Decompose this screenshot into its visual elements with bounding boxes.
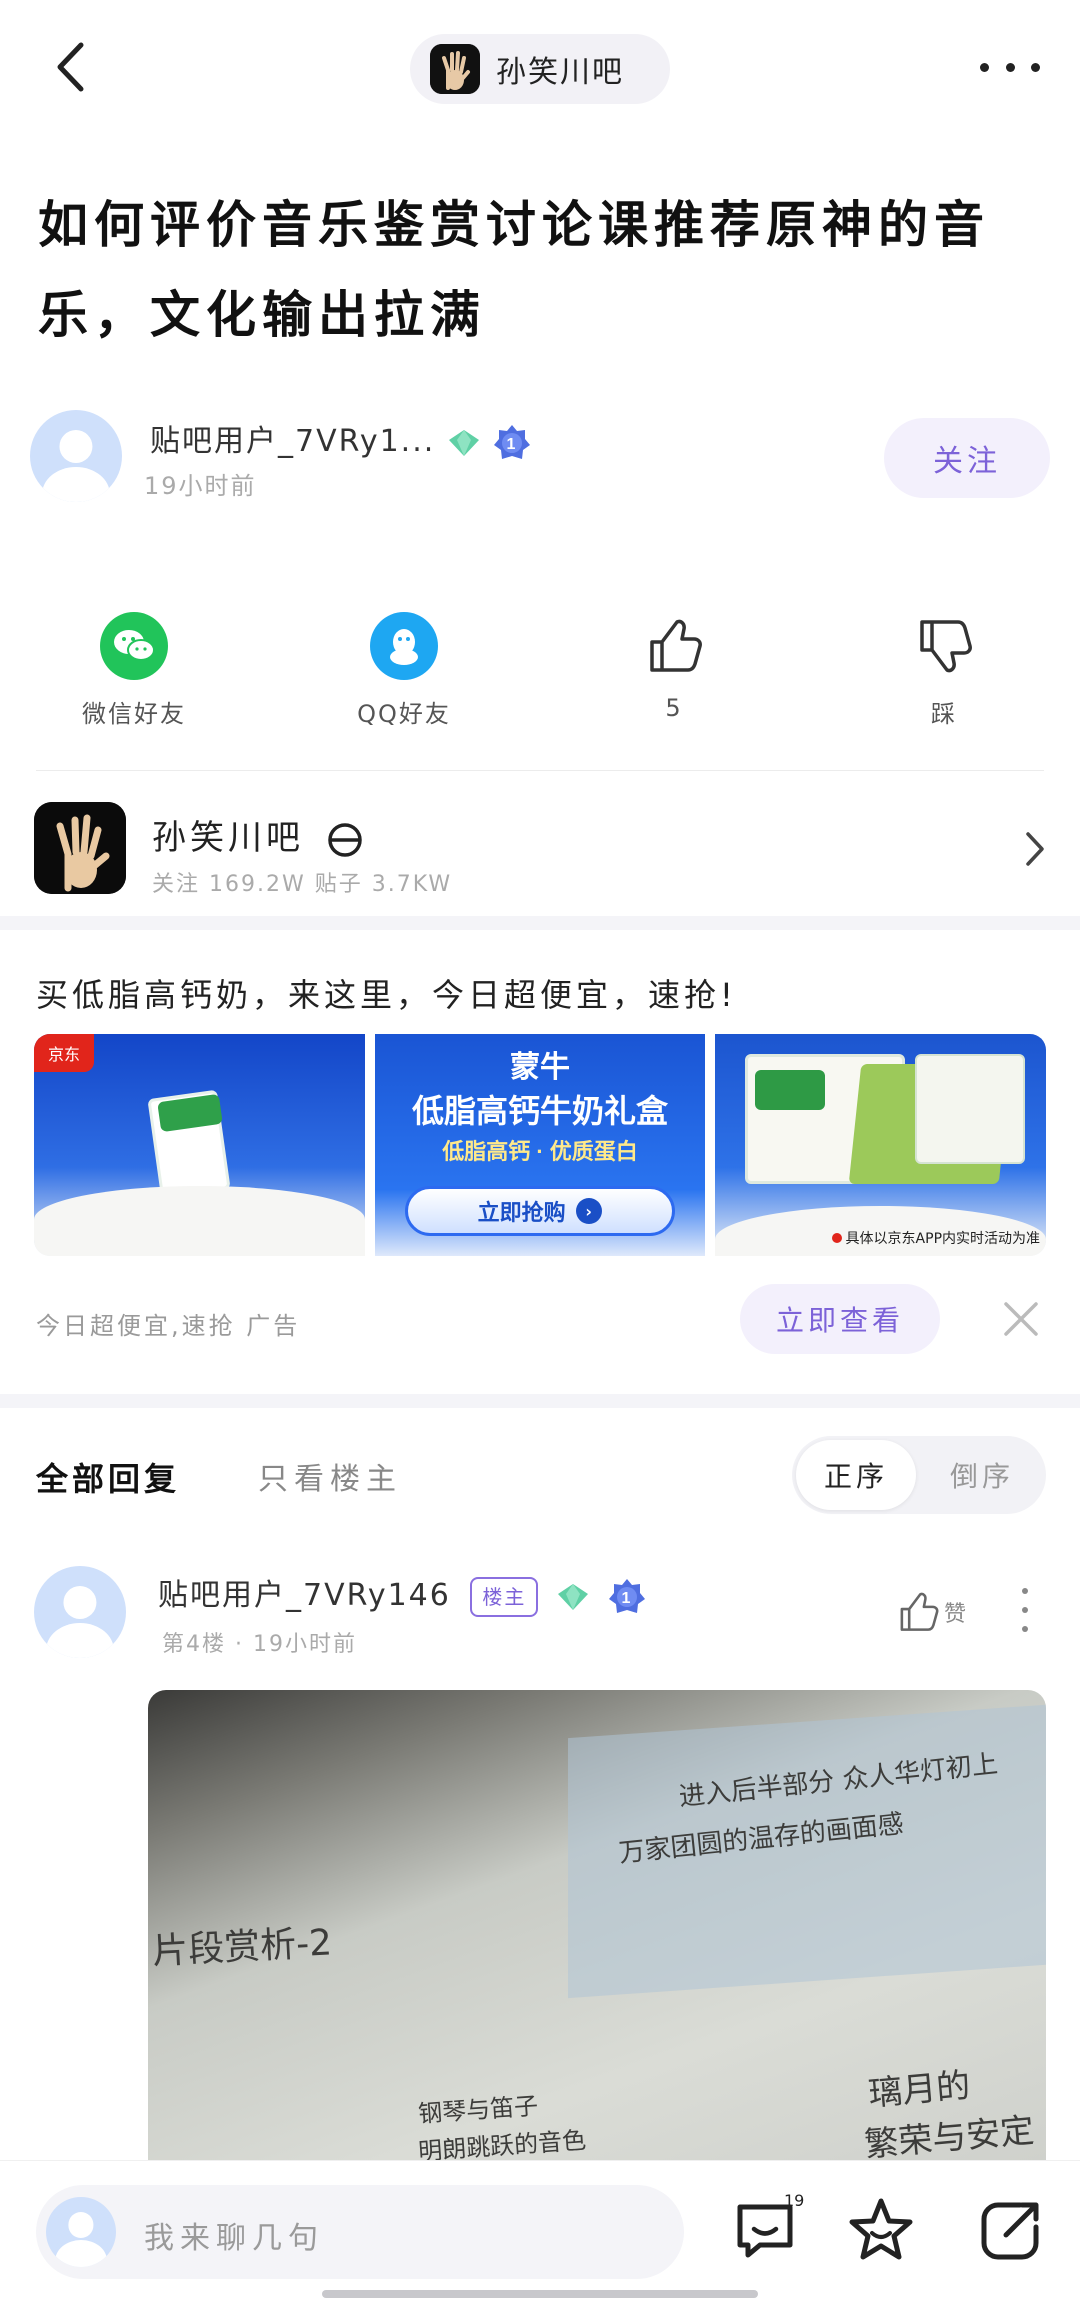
dot-icon — [1031, 62, 1040, 72]
ad-view-button[interactable]: 立即查看 — [740, 1284, 940, 1354]
ad-subline: 低脂高钙 · 优质蛋白 — [442, 1139, 638, 1164]
home-indicator — [322, 2290, 758, 2298]
section-gap — [0, 1394, 1080, 1408]
post-time: 19小时前 — [144, 472, 257, 500]
reply-like-button[interactable]: 赞 — [896, 1590, 966, 1634]
thumbs-up-icon — [650, 619, 702, 672]
ad-buy-button[interactable]: 立即抢购 › — [404, 1186, 675, 1236]
forum-chip[interactable]: 孙笑川吧 — [410, 34, 670, 104]
ad-image-2[interactable]: 蒙牛 低脂高钙牛奶礼盒 低脂高钙 · 优质蛋白 立即抢购 › — [374, 1034, 706, 1256]
avatar — [46, 2197, 116, 2267]
photo-text: 钢琴与笛子 — [417, 2091, 540, 2129]
level-badge-icon: 1 — [609, 1578, 646, 1613]
svg-text:1: 1 — [622, 1590, 633, 1607]
avatar[interactable] — [30, 410, 122, 502]
qq-icon — [390, 629, 418, 665]
dot-icon — [1022, 1588, 1028, 1594]
reply-photo[interactable]: 进入后半部分 众人华灯初上 万家团圆的温存的画面感 片段赏析-2 钢琴与笛子 明… — [148, 1690, 1046, 2160]
gem-badge-icon — [448, 429, 479, 456]
close-ad-icon[interactable] — [996, 1294, 1046, 1344]
forum-stats: 关注 169.2W 贴子 3.7KW — [152, 872, 453, 897]
forum-name: 孙笑川吧 — [152, 818, 304, 858]
level-badge-icon: 1 — [494, 424, 531, 459]
sort-asc-button[interactable]: 正序 — [796, 1440, 916, 1510]
star-icon[interactable] — [846, 2195, 916, 2265]
comment-input[interactable]: 我来聊几句 — [36, 2185, 684, 2279]
ad-headline: 低脂高钙牛奶礼盒 — [412, 1093, 669, 1129]
share-wechat-label: 微信好友 — [82, 700, 186, 728]
top-bar: 孙笑川吧 — [0, 0, 1080, 140]
sort-desc-button[interactable]: 倒序 — [922, 1440, 1042, 1510]
share-wechat-button[interactable]: 微信好友 — [34, 600, 234, 729]
forum-avatar — [430, 44, 480, 94]
host-tag: 楼主 — [470, 1576, 539, 1617]
photo-text: 片段赏析-2 — [151, 1922, 334, 1973]
svg-text:1: 1 — [507, 436, 518, 453]
post-title: 如何评价音乐鉴赏讨论课推荐原神的音乐，文化输出拉满 — [38, 195, 990, 344]
share-qq-label: QQ好友 — [357, 700, 451, 728]
post-author: 贴吧用户_7VRy1... 1 19小时前 关注 — [30, 410, 1050, 510]
wechat-icon — [114, 630, 155, 661]
divider — [36, 770, 1044, 771]
sort-toggle: 正序 倒序 — [792, 1436, 1046, 1514]
author-name[interactable]: 贴吧用户_7VRy1... — [150, 424, 435, 459]
thumbs-up-icon — [900, 1592, 939, 1631]
forum-avatar — [34, 802, 126, 894]
ad-images[interactable]: 京东 蒙牛 低脂高钙牛奶礼盒 低脂高钙 · 优质蛋白 立即抢购 › 具体以京东AP… — [34, 1034, 1047, 1256]
red-dot-icon — [831, 1233, 842, 1243]
forum-entry[interactable]: 孙笑川吧 关注 169.2W 贴子 3.7KW — [34, 800, 1046, 900]
photo-text: 璃月的 — [866, 2065, 972, 2115]
bottom-bar: 我来聊几句 19 — [0, 2160, 1080, 2304]
ad-image-1[interactable]: 京东 — [34, 1034, 365, 1256]
reply-meta: 第4楼 · 19小时前 — [162, 1632, 357, 1657]
dislike-label: 踩 — [931, 700, 957, 728]
forum-chip-name: 孙笑川吧 — [496, 55, 624, 90]
ad-title[interactable]: 买低脂高钙奶，来这里，今日超便宜，速抢! — [36, 970, 737, 1016]
reply-item: 贴吧用户_7VRy146 楼主 1 第4楼 · 19小时前 赞 — [34, 1566, 1046, 1676]
dot-icon — [1022, 1626, 1028, 1632]
share-actions: 微信好友 QQ好友 5 踩 — [0, 600, 1080, 740]
like-count: 5 — [665, 694, 683, 722]
reply-like-label: 赞 — [943, 1602, 966, 1627]
dislike-button[interactable]: 踩 — [844, 600, 1044, 729]
ad-note: 具体以京东APP内实时活动为准 — [845, 1231, 1041, 1247]
ad-footer: 今日超便宜,速抢 广告 立即查看 — [36, 1284, 1046, 1354]
thumbs-down-icon — [920, 620, 972, 673]
back-button[interactable] — [40, 32, 100, 102]
reply-user-name[interactable]: 贴吧用户_7VRy146 — [158, 1578, 451, 1613]
dot-icon — [980, 62, 989, 72]
dot-icon — [1005, 62, 1015, 72]
follow-button[interactable]: 关注 — [884, 418, 1050, 498]
tab-all-replies[interactable]: 全部回复 — [36, 1454, 180, 1500]
avatar[interactable] — [34, 1566, 126, 1658]
tab-host-only[interactable]: 只看楼主 — [258, 1454, 402, 1498]
ad-footer-label: 今日超便宜,速抢 广告 — [36, 1312, 301, 1340]
share-qq-button[interactable]: QQ好友 — [304, 600, 504, 729]
comment-count: 19 — [784, 2191, 805, 2210]
share-icon[interactable] — [976, 2195, 1046, 2265]
section-gap — [0, 916, 1080, 930]
dot-icon — [1022, 1607, 1028, 1613]
gem-badge-icon — [557, 1583, 588, 1610]
reply-tabs: 全部回复 只看楼主 正序 倒序 — [36, 1436, 1046, 1516]
reply-more-button[interactable] — [1022, 1588, 1030, 1632]
chevron-right-icon — [1026, 832, 1044, 866]
comment-input-placeholder: 我来聊几句 — [144, 2221, 324, 2256]
forum-badge-icon — [328, 822, 362, 857]
chevron-left-icon — [57, 42, 84, 92]
like-button[interactable]: 5 — [574, 600, 774, 722]
more-options-button[interactable] — [980, 52, 1040, 82]
jd-logo: 京东 — [34, 1034, 94, 1072]
ad-image-3[interactable]: 具体以京东APP内实时活动为准 — [715, 1034, 1047, 1256]
arrow-right-icon: › — [575, 1198, 602, 1224]
ad-brand: 蒙牛 — [510, 1051, 570, 1084]
